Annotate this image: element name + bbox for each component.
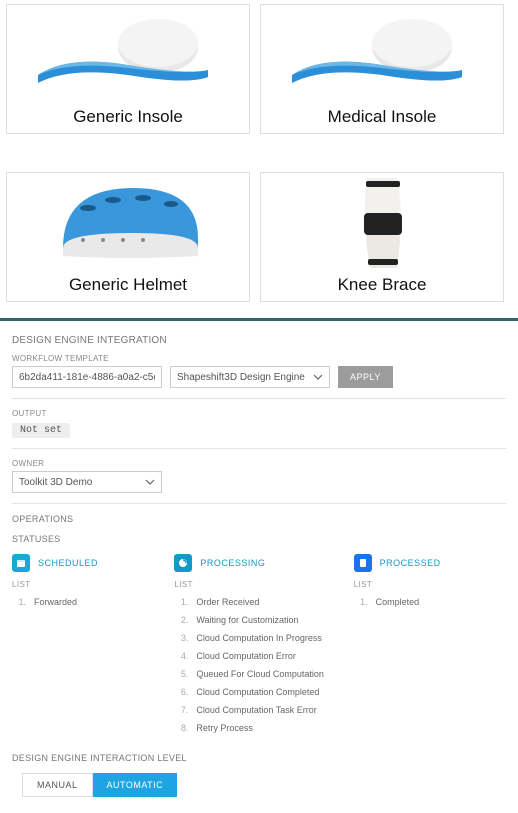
engine-select-value: Shapeshift3D Design Engine	[177, 372, 305, 383]
product-card-medical-insole[interactable]: Medical Insole	[260, 4, 504, 134]
automatic-button[interactable]: AUTOMATIC	[93, 773, 178, 797]
product-label: Knee Brace	[338, 273, 427, 301]
product-card-knee-brace[interactable]: Knee Brace	[260, 172, 504, 302]
interaction-toggle: MANUAL AUTOMATIC	[22, 773, 506, 797]
product-image	[7, 173, 249, 273]
list-item: 4.Cloud Computation Error	[178, 647, 343, 665]
workflow-guid-input[interactable]	[12, 366, 162, 388]
status-title-processing: PROCESSING	[200, 558, 265, 568]
status-title-processed: PROCESSED	[380, 558, 441, 568]
product-grid: Generic Insole Medical Insole	[0, 0, 518, 314]
list-label: LIST	[12, 580, 164, 589]
status-columns: SCHEDULED LIST 1.Forwarded PROCESSING LI…	[12, 554, 506, 737]
output-value: Not set	[12, 423, 70, 438]
list-label: LIST	[174, 580, 343, 589]
output-label: OUTPUT	[12, 409, 506, 418]
list-item: 1.Order Received	[178, 593, 343, 611]
list-label: LIST	[354, 580, 506, 589]
product-image	[261, 173, 503, 273]
product-card-generic-insole[interactable]: Generic Insole	[6, 4, 250, 134]
list-item: 5.Queued For Cloud Computation	[178, 665, 343, 683]
gear-wait-icon	[174, 554, 192, 572]
owner-select-value: Toolkit 3D Demo	[19, 477, 92, 488]
statuses-label: STATUSES	[12, 534, 506, 544]
insole-icon	[282, 15, 482, 95]
helmet-icon	[43, 178, 213, 268]
status-col-processed: PROCESSED LIST 1.Completed	[354, 554, 506, 737]
design-engine-panel: DESIGN ENGINE INTEGRATION WORKFLOW TEMPL…	[0, 321, 518, 813]
product-label: Generic Insole	[73, 105, 183, 133]
document-icon	[354, 554, 372, 572]
operations-label: OPERATIONS	[12, 514, 506, 524]
owner-label: OWNER	[12, 459, 506, 468]
product-card-generic-helmet[interactable]: Generic Helmet	[6, 172, 250, 302]
status-list-scheduled: 1.Forwarded	[12, 593, 164, 611]
manual-button[interactable]: MANUAL	[22, 773, 93, 797]
status-col-processing: PROCESSING LIST 1.Order Received2.Waitin…	[174, 554, 343, 737]
chevron-down-icon	[313, 372, 323, 385]
chevron-down-icon	[145, 477, 155, 490]
product-image	[261, 5, 503, 105]
product-label: Generic Helmet	[69, 273, 187, 301]
status-list-processing: 1.Order Received2.Waiting for Customizat…	[174, 593, 343, 737]
list-item: 3.Cloud Computation In Progress	[178, 629, 343, 647]
apply-button[interactable]: APPLY	[338, 366, 393, 388]
status-col-scheduled: SCHEDULED LIST 1.Forwarded	[12, 554, 164, 737]
interaction-level-label: DESIGN ENGINE INTERACTION LEVEL	[12, 753, 506, 763]
insole-icon	[28, 15, 228, 95]
engine-select[interactable]: Shapeshift3D Design Engine	[170, 366, 330, 388]
status-list-processed: 1.Completed	[354, 593, 506, 611]
list-item: 1.Forwarded	[16, 593, 164, 611]
product-image	[7, 5, 249, 105]
workflow-template-label: WORKFLOW TEMPLATE	[12, 354, 506, 363]
status-title-scheduled: SCHEDULED	[38, 558, 98, 568]
product-label: Medical Insole	[328, 105, 437, 133]
list-item: 8.Retry Process	[178, 719, 343, 737]
owner-select[interactable]: Toolkit 3D Demo	[12, 471, 162, 493]
list-item: 6.Cloud Computation Completed	[178, 683, 343, 701]
knee-brace-icon	[342, 173, 422, 273]
list-item: 1.Completed	[358, 593, 506, 611]
panel-title: DESIGN ENGINE INTEGRATION	[12, 335, 506, 346]
list-item: 7.Cloud Computation Task Error	[178, 701, 343, 719]
calendar-icon	[12, 554, 30, 572]
list-item: 2.Waiting for Customization	[178, 611, 343, 629]
